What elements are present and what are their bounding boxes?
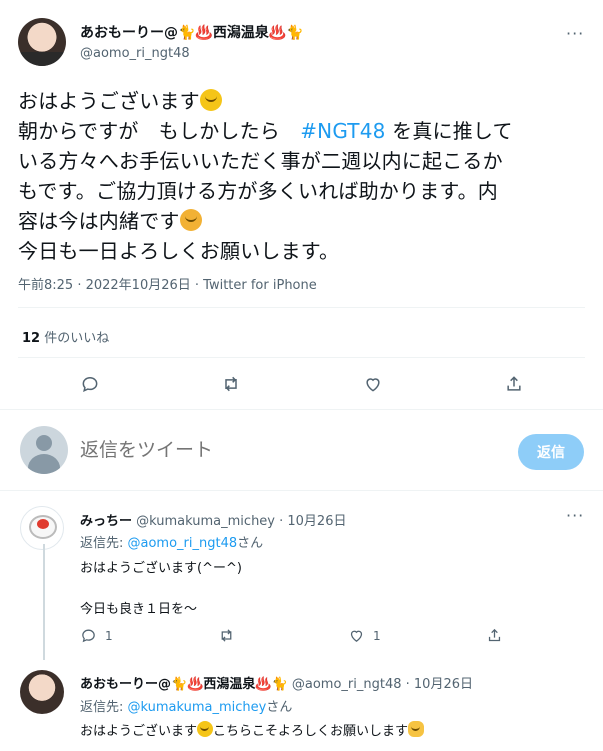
- reply-author-display-name[interactable]: あおもーりー@🐈♨️西潟温泉♨️🐈: [80, 677, 288, 692]
- thread-line: [43, 544, 45, 660]
- tweet-line-3: いる方々へお手伝いいただく事が二週以内に起こるか: [18, 149, 503, 173]
- reply-to-suffix: さん: [266, 700, 293, 715]
- reply-to-link[interactable]: @kumakuma_michey: [128, 700, 267, 715]
- retweet-icon[interactable]: [219, 372, 243, 396]
- reply-share-button[interactable]: [486, 627, 503, 644]
- reply-handle-date[interactable]: @aomo_ri_ngt48 · 10月26日: [288, 677, 473, 692]
- reply-icon[interactable]: [78, 372, 102, 396]
- tweet-timestamp[interactable]: 午前8:25 · 2022年10月26日 · Twitter for iPhon…: [18, 274, 317, 293]
- share-icon[interactable]: [502, 372, 526, 396]
- reply-author-name[interactable]: みっちー @kumakuma_michey · 10月26日: [80, 510, 346, 529]
- share-icon: [488, 628, 501, 642]
- reply-button[interactable]: 返信: [518, 434, 584, 470]
- reply-input[interactable]: [80, 440, 480, 462]
- likes-label: 件のいいね: [40, 331, 110, 346]
- tweet-text: おはようございます 朝からですが もしかしたら #NGT48 を真に推して いる…: [18, 86, 588, 266]
- reply-text-part-a: おはようございます: [80, 724, 198, 739]
- like-icon[interactable]: [361, 372, 385, 396]
- tweet-line-1: おはようございます: [18, 89, 200, 113]
- reply-to-label: 返信先: @kumakuma_micheyさん: [80, 696, 292, 715]
- author-name[interactable]: あおもーりー@🐈♨️西潟温泉♨️🐈: [80, 22, 304, 42]
- reply-handle-date[interactable]: @kumakuma_michey · 10月26日: [132, 514, 346, 529]
- reply-icon: [82, 629, 95, 643]
- like-icon: [350, 630, 363, 642]
- reply-like-button[interactable]: 1: [348, 627, 381, 644]
- hashtag-link[interactable]: #NGT48: [300, 119, 385, 143]
- reply-author-avatar[interactable]: [20, 506, 64, 550]
- reply-to-link[interactable]: @aomo_ri_ngt48: [128, 536, 238, 551]
- divider: [0, 490, 603, 491]
- folded-hands-emoji-icon: [408, 721, 425, 737]
- tweet-line-6: 今日も一日よろしくお願いします。: [18, 239, 340, 263]
- tweet-page: あおもーりー@🐈♨️西潟温泉♨️🐈 @aomo_ri_ngt48 ··· おはよ…: [0, 0, 603, 751]
- reply-count: 1: [105, 628, 113, 643]
- reply-to-prefix: 返信先:: [80, 536, 128, 551]
- reply-reply-button[interactable]: 1: [80, 627, 113, 644]
- reply-more-options-icon[interactable]: ···: [566, 506, 584, 525]
- reply-author-display-name[interactable]: みっちー: [80, 514, 132, 529]
- reply-retweet-button[interactable]: [218, 627, 235, 644]
- reply-text-line-1: おはようございます(^ー^): [80, 561, 242, 576]
- tweet-line-2a: 朝からですが もしかしたら: [18, 119, 301, 143]
- smiling-face-emoji-icon: [197, 721, 214, 737]
- retweet-icon: [221, 629, 232, 642]
- more-options-icon[interactable]: ···: [566, 24, 584, 43]
- reply-author-name[interactable]: あおもーりー@🐈♨️西潟温泉♨️🐈 @aomo_ri_ngt48 · 10月26…: [80, 673, 473, 692]
- reply-text-line-2: 今日も良き１日を〜: [80, 602, 198, 617]
- reply-to-label: 返信先: @aomo_ri_ngt48さん: [80, 532, 263, 551]
- author-handle[interactable]: @aomo_ri_ngt48: [80, 46, 190, 61]
- author-avatar[interactable]: [18, 18, 66, 66]
- tweet-line-5: 容は今は内緒です: [18, 209, 180, 233]
- shushing-face-emoji-icon: [179, 209, 202, 231]
- like-count: 1: [373, 628, 381, 643]
- reply-text-line-1: おはようございます こちらこそよろしくお願いします: [80, 720, 425, 739]
- divider: [0, 409, 603, 410]
- reply-to-suffix: さん: [237, 536, 264, 551]
- current-user-avatar: [20, 426, 68, 474]
- divider: [18, 307, 585, 308]
- likes-count[interactable]: 12 件のいいね: [22, 327, 109, 346]
- tweet-line-2b: を真に推して: [385, 119, 513, 143]
- smiling-face-emoji-icon: [199, 89, 222, 111]
- divider: [18, 357, 585, 358]
- reply-author-avatar[interactable]: [20, 670, 64, 714]
- reply-text-part-b: こちらこそよろしくお願いします: [213, 724, 409, 739]
- tweet-line-4: もです。ご協力頂ける方が多くいれば助かります。内: [18, 179, 498, 203]
- likes-number: 12: [22, 331, 41, 346]
- reply-to-prefix: 返信先:: [80, 700, 128, 715]
